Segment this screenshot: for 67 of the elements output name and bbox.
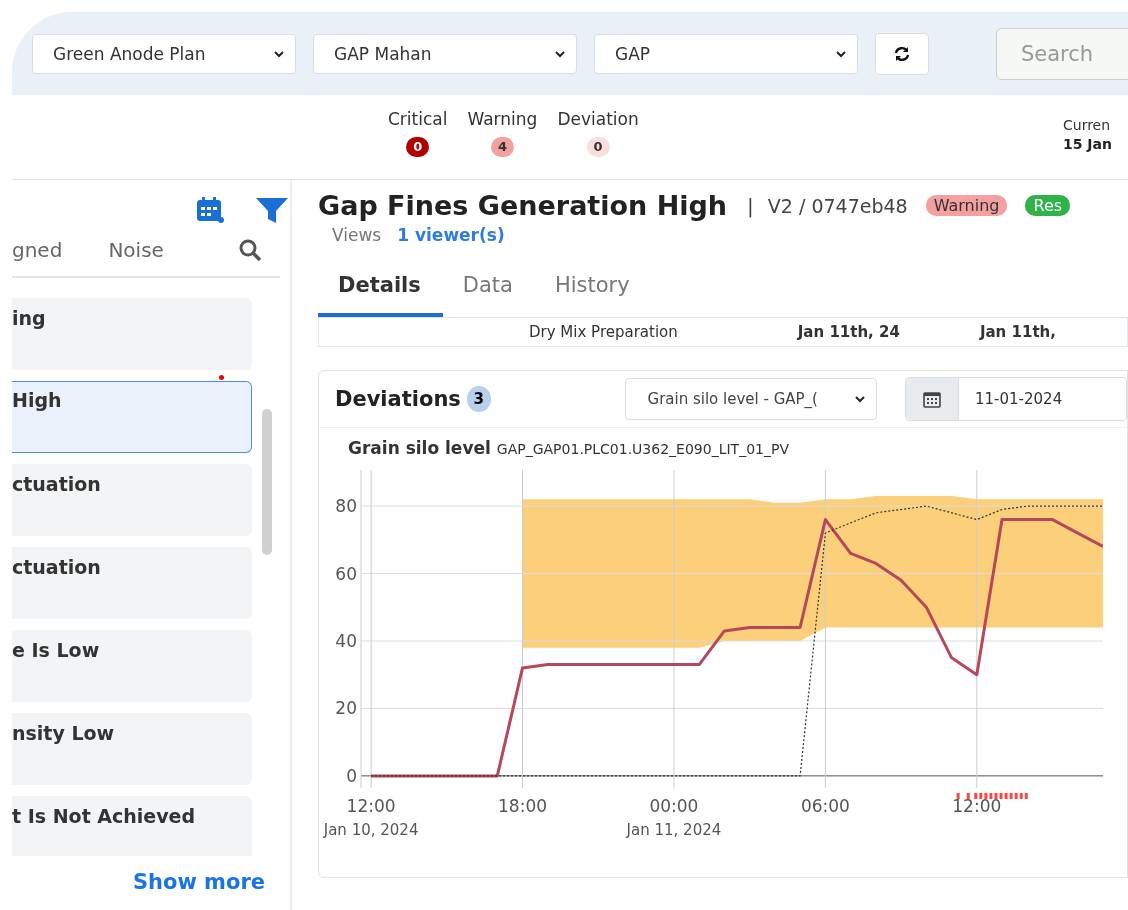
tab[interactable]: Data: [442, 265, 535, 317]
tab[interactable]: Details: [318, 265, 443, 317]
process-name: Dry Mix Preparation: [529, 323, 678, 341]
status-badge: Warning: [925, 195, 1008, 216]
separator: |: [747, 193, 754, 218]
viewers-link[interactable]: 1 viewer(s): [397, 225, 505, 245]
x-tick-date: Jan 11, 2024: [626, 821, 722, 839]
panel-title: Deviations: [335, 387, 461, 411]
search-icon: [238, 238, 262, 262]
dropdown[interactable]: GAP: [594, 33, 858, 74]
x-tick-label: 00:00: [649, 796, 699, 816]
alert-title: ctuation: [12, 473, 101, 495]
refresh-button[interactable]: [875, 32, 929, 75]
alert-card[interactable]: ctuation: [12, 547, 252, 619]
count-badge: 0: [406, 137, 430, 157]
x-tick-label: 12:00: [346, 796, 396, 816]
current-date: 15 Jan: [1063, 136, 1113, 152]
alert-title: nsity Low: [12, 722, 115, 744]
tag-name: GAP_GAP01.PLC01.U362_E090_LIT_01_PV: [496, 441, 789, 457]
y-tick-label: 80: [335, 496, 357, 517]
status-label: Deviation: [557, 109, 639, 129]
y-tick-label: 0: [346, 765, 357, 786]
y-tick-label: 20: [335, 698, 357, 719]
dropdown[interactable]: GAP Mahan: [313, 33, 577, 74]
tag-dropdown[interactable]: Grain silo level - GAP_(: [624, 378, 877, 420]
y-tick-label: 60: [335, 563, 357, 584]
sidebar-tab[interactable]: gned: [12, 238, 63, 262]
status-label: Warning: [467, 109, 538, 129]
count-badge: 0: [586, 137, 610, 157]
calendar-icon: [923, 390, 941, 408]
tab[interactable]: History: [534, 265, 652, 317]
alert-title: t Is Not Achieved: [12, 805, 196, 827]
scrollbar-thumb[interactable]: [262, 409, 272, 555]
version-label: V2 / 0747eb48: [767, 194, 908, 217]
alert-card[interactable]: nsity Low: [12, 713, 252, 785]
sidebar-tab[interactable]: Noise: [108, 238, 164, 262]
refresh-icon: [893, 44, 911, 63]
filter-icon: [255, 196, 289, 224]
search-field[interactable]: Search: [996, 27, 1128, 80]
x-tick-date: Jan 10, 2024: [323, 821, 419, 839]
calendar-icon: [196, 196, 225, 224]
alert-card[interactable]: ing: [12, 298, 252, 370]
alert-card[interactable]: e Is Low: [12, 630, 252, 702]
status-badge: Res: [1025, 195, 1071, 216]
alert-card[interactable]: ctuation: [12, 464, 252, 536]
y-tick-label: 40: [335, 630, 357, 651]
alert-title: High: [12, 389, 62, 411]
x-tick-label: 06:00: [800, 796, 850, 816]
alert-title: ing: [12, 307, 46, 329]
views-label: Views: [332, 225, 382, 245]
status-label: Critical: [388, 109, 448, 129]
alert-heading: Gap Fines Generation High: [318, 190, 728, 221]
x-tick-label: 18:00: [498, 796, 547, 816]
count-badge: 4: [490, 137, 514, 157]
chart-title: Grain silo level: [348, 438, 491, 458]
start-date: Jan 11th, 24: [797, 323, 900, 341]
date-field[interactable]: 11-01-2024: [905, 377, 1127, 421]
chevron-icon: [854, 393, 866, 405]
alert-title: ctuation: [12, 556, 101, 578]
x-tick-label: 12:00: [952, 796, 1002, 816]
show-more-link[interactable]: Show more: [132, 870, 265, 894]
alert-title: e Is Low: [12, 639, 100, 661]
dropdown[interactable]: Green Anode Plan: [32, 33, 296, 74]
end-date: Jan 11th,: [979, 323, 1056, 341]
current-label: Curren: [1063, 117, 1112, 133]
count-badge: 3: [466, 386, 491, 412]
alert-card[interactable]: t Is Not Achieved: [12, 796, 252, 856]
